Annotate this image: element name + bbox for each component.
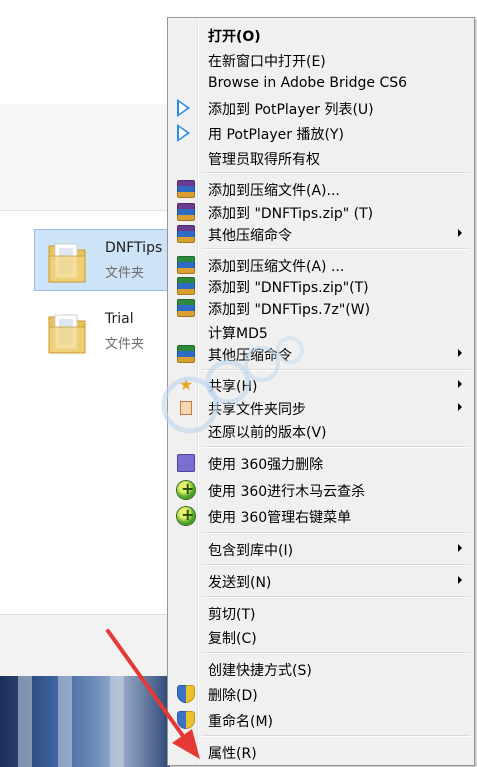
menu-item-take-ownership[interactable]: 管理员取得所有权 — [170, 146, 472, 170]
potplayer-play-icon — [177, 99, 190, 117]
menu-item-label: 复制(C) — [208, 631, 257, 647]
360-delete-icon — [177, 454, 195, 472]
menu-item-label: 打开(O) — [208, 29, 261, 45]
menu-item-label: 添加到 PotPlayer 列表(U) — [208, 102, 374, 118]
menu-item-calc-md5[interactable]: 计算MD5 — [170, 320, 472, 344]
menu-item-label: 属性(R) — [208, 746, 257, 762]
menu-item-label: 删除(D) — [208, 688, 258, 704]
7zip-icon — [177, 299, 195, 317]
menu-item-label: 用 PotPlayer 播放(Y) — [208, 127, 344, 143]
explorer-header-area — [0, 0, 170, 105]
submenu-arrow-icon — [458, 229, 462, 237]
menu-separator — [202, 735, 470, 737]
menu-item-share[interactable]: ★ 共享(H) — [170, 373, 472, 397]
360-ball-icon — [177, 479, 195, 499]
menu-item-include-library[interactable]: 包含到库中(I) — [170, 537, 472, 561]
menu-separator — [202, 652, 470, 654]
potplayer-play-icon — [177, 124, 190, 142]
menu-item-label: 计算MD5 — [208, 326, 268, 342]
submenu-arrow-icon — [458, 349, 462, 357]
menu-item-label: 添加到压缩文件(A) ... — [208, 259, 345, 275]
menu-item-potplayer-add-list[interactable]: 添加到 PotPlayer 列表(U) — [170, 96, 472, 120]
menu-item-properties[interactable]: 属性(R) — [170, 740, 472, 764]
submenu-arrow-icon — [458, 380, 462, 388]
file-type: 文件夹 — [105, 337, 145, 352]
7zip-icon — [177, 277, 195, 295]
menu-item-label: Browse in Adobe Bridge CS6 — [208, 75, 408, 91]
winrar-icon — [177, 225, 195, 243]
uac-shield-icon — [177, 685, 195, 703]
folder-icon — [48, 243, 86, 283]
sync-icon — [180, 401, 192, 415]
share-icon: ★ — [178, 375, 194, 394]
menu-item-label: 重命名(M) — [208, 714, 274, 730]
menu-item-create-shortcut[interactable]: 创建快捷方式(S) — [170, 657, 472, 681]
menu-item-restore-previous[interactable]: 还原以前的版本(V) — [170, 419, 472, 443]
menu-item-send-to[interactable]: 发送到(N) — [170, 569, 472, 593]
menu-separator — [202, 446, 470, 448]
7zip-icon — [177, 256, 195, 274]
menu-item-label: 使用 360强力删除 — [208, 457, 324, 473]
menu-item-label: 管理员取得所有权 — [208, 152, 320, 168]
menu-item-delete[interactable]: 删除(D) — [170, 682, 472, 706]
menu-item-7z-add-zip[interactable]: 添加到 "DNFTips.zip"(T) — [170, 274, 472, 298]
menu-item-rar-add-archive[interactable]: 添加到压缩文件(A)... — [170, 177, 472, 201]
menu-item-browse-adobe-bridge[interactable]: Browse in Adobe Bridge CS6 — [170, 72, 472, 96]
menu-item-label: 使用 360管理右键菜单 — [208, 510, 352, 526]
menu-separator — [202, 248, 470, 250]
file-name: Trial — [105, 311, 134, 327]
menu-separator — [202, 596, 470, 598]
menu-item-label: 添加到压缩文件(A)... — [208, 183, 340, 199]
menu-item-cut[interactable]: 剪切(T) — [170, 601, 472, 625]
menu-item-label: 共享文件夹同步 — [208, 402, 306, 418]
menu-item-rar-other-commands[interactable]: 其他压缩命令 — [170, 222, 472, 246]
menu-item-label: 创建快捷方式(S) — [208, 663, 312, 679]
menu-item-label: 其他压缩命令 — [208, 348, 292, 364]
explorer-toolbar-area — [0, 104, 170, 211]
menu-item-label: 在新窗口中打开(E) — [208, 54, 326, 70]
menu-item-label: 添加到 "DNFTips.7z"(W) — [208, 302, 371, 318]
winrar-icon — [177, 180, 195, 198]
menu-item-360-trojan-scan[interactable]: 使用 360进行木马云查杀 — [170, 478, 472, 502]
menu-item-copy[interactable]: 复制(C) — [170, 625, 472, 649]
menu-item-360-force-delete[interactable]: 使用 360强力删除 — [170, 451, 472, 475]
menu-item-label: 其他压缩命令 — [208, 228, 292, 244]
7zip-icon — [177, 345, 195, 363]
menu-separator — [202, 532, 470, 534]
menu-item-360-manage-menu[interactable]: 使用 360管理右键菜单 — [170, 504, 472, 528]
menu-separator — [202, 564, 470, 566]
menu-item-label: 包含到库中(I) — [208, 543, 294, 559]
explorer-details-pane — [0, 614, 170, 677]
menu-item-label: 还原以前的版本(V) — [208, 425, 327, 441]
folder-item-trial[interactable]: Trial 文件夹 — [34, 300, 184, 362]
menu-item-7z-add-7z[interactable]: 添加到 "DNFTips.7z"(W) — [170, 296, 472, 320]
winrar-icon — [177, 203, 195, 221]
desktop-background — [0, 676, 170, 767]
menu-separator — [202, 369, 470, 371]
menu-item-7z-other-commands[interactable]: 其他压缩命令 — [170, 342, 472, 366]
submenu-arrow-icon — [458, 403, 462, 411]
folder-item-dnftips[interactable]: DNFTips 文件夹 — [34, 229, 184, 291]
menu-item-open-new-window[interactable]: 在新窗口中打开(E) — [170, 48, 472, 72]
folder-icon — [48, 314, 86, 354]
menu-item-label: 共享(H) — [208, 379, 258, 395]
uac-shield-icon — [177, 711, 195, 729]
360-ball-icon — [177, 505, 195, 525]
menu-item-label: 添加到 "DNFTips.zip" (T) — [208, 206, 374, 222]
menu-item-rename[interactable]: 重命名(M) — [170, 708, 472, 732]
menu-item-open[interactable]: 打开(O) — [170, 23, 472, 47]
submenu-arrow-icon — [458, 544, 462, 552]
context-menu: 打开(O) 在新窗口中打开(E) Browse in Adobe Bridge … — [167, 17, 475, 766]
menu-item-label: 使用 360进行木马云查杀 — [208, 484, 366, 500]
menu-separator — [202, 172, 470, 174]
menu-item-share-sync[interactable]: 共享文件夹同步 — [170, 396, 472, 420]
menu-item-potplayer-play[interactable]: 用 PotPlayer 播放(Y) — [170, 121, 472, 145]
submenu-arrow-icon — [458, 576, 462, 584]
menu-item-label: 发送到(N) — [208, 575, 272, 591]
menu-item-label: 添加到 "DNFTips.zip"(T) — [208, 280, 369, 296]
menu-item-label: 剪切(T) — [208, 607, 256, 623]
menu-item-rar-add-zip[interactable]: 添加到 "DNFTips.zip" (T) — [170, 200, 472, 224]
file-name: DNFTips — [105, 240, 163, 256]
file-type: 文件夹 — [105, 266, 145, 281]
